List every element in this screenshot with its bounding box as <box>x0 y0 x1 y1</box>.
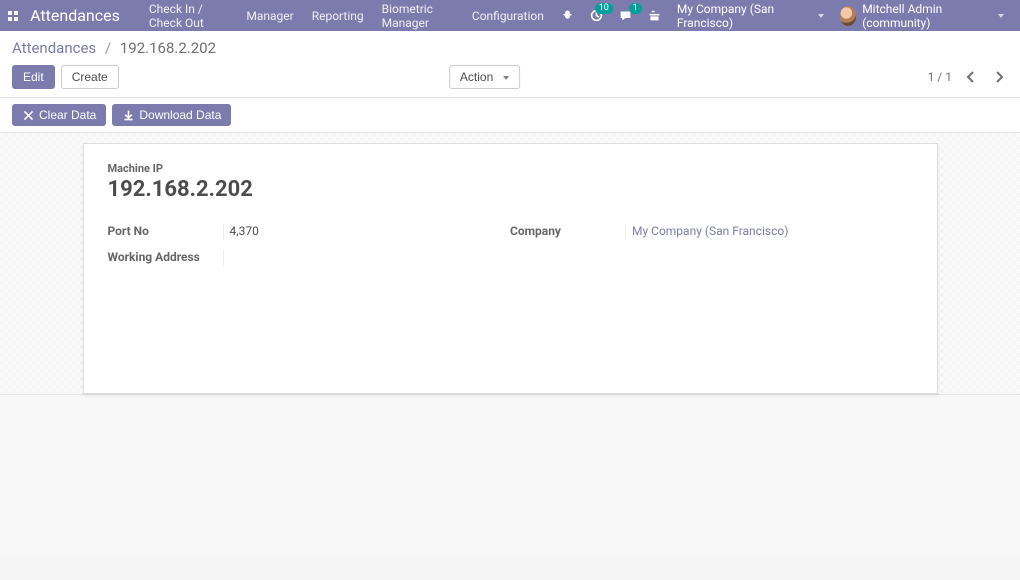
pager-next[interactable] <box>990 69 1008 85</box>
breadcrumb-current: 192.168.2.202 <box>120 39 216 57</box>
action-strip: Clear Data Download Data <box>0 98 1020 133</box>
nav-menu: Check In / Check Out Manager Reporting B… <box>140 0 553 31</box>
messages-icon[interactable]: 1 <box>611 0 640 31</box>
nav-item-biometric[interactable]: Biometric Manager <box>373 0 463 31</box>
breadcrumb-root[interactable]: Attendances <box>12 39 96 57</box>
nav-item-checkin[interactable]: Check In / Check Out <box>140 0 238 31</box>
field-value <box>223 250 511 266</box>
apps-icon[interactable] <box>0 0 26 31</box>
title-value: 192.168.2.202 <box>108 177 913 202</box>
field-value: My Company (San Francisco) <box>625 224 913 240</box>
action-label: Action <box>460 70 493 84</box>
app-title[interactable]: Attendances <box>26 6 140 25</box>
pager-prev[interactable] <box>962 69 980 85</box>
navbar: Attendances Check In / Check Out Manager… <box>0 0 1020 31</box>
navbar-left: Attendances Check In / Check Out Manager… <box>0 0 553 31</box>
field-label: Port No <box>108 224 223 238</box>
title-label: Machine IP <box>108 162 913 175</box>
close-icon <box>22 109 35 122</box>
clear-data-button[interactable]: Clear Data <box>12 104 106 126</box>
download-icon <box>122 109 135 122</box>
download-data-label: Download Data <box>139 108 221 122</box>
field-label: Company <box>510 224 625 238</box>
caret-icon <box>998 14 1004 18</box>
company-label: My Company (San Francisco) <box>677 2 808 30</box>
company-selector[interactable]: My Company (San Francisco) <box>669 0 832 31</box>
caret-icon <box>818 14 824 18</box>
user-menu[interactable]: Mitchell Admin (community) <box>832 0 1012 31</box>
form-background: Machine IP 192.168.2.202 Port No 4,370 W… <box>0 133 1020 395</box>
download-data-button[interactable]: Download Data <box>112 104 231 126</box>
control-panel: Attendances / 192.168.2.202 Edit Create … <box>0 31 1020 98</box>
avatar <box>840 6 857 26</box>
field-value: 4,370 <box>223 224 511 240</box>
activities-icon[interactable]: 10 <box>582 0 611 31</box>
action-button[interactable]: Action <box>449 65 520 89</box>
right-column: Company My Company (San Francisco) <box>510 224 913 276</box>
nav-item-manager[interactable]: Manager <box>237 0 302 31</box>
user-label: Mitchell Admin (community) <box>862 2 988 30</box>
field-working-address: Working Address <box>108 250 511 270</box>
field-label: Working Address <box>108 250 223 264</box>
create-button[interactable]: Create <box>61 65 119 89</box>
edit-button[interactable]: Edit <box>12 65 55 89</box>
field-port-no: Port No 4,370 <box>108 224 511 244</box>
pager-text: 1 / 1 <box>928 70 952 84</box>
pager: 1 / 1 <box>928 69 1008 85</box>
below-sheet-area <box>0 395 1020 555</box>
navbar-right: 10 1 My Company (San Francisco) Mitchell… <box>553 0 1020 31</box>
debug-icon[interactable] <box>553 0 582 31</box>
nav-item-configuration[interactable]: Configuration <box>463 0 553 31</box>
breadcrumb: Attendances / 192.168.2.202 <box>12 39 216 57</box>
field-company: Company My Company (San Francisco) <box>510 224 913 244</box>
company-link[interactable]: My Company (San Francisco) <box>632 224 788 238</box>
gift-icon[interactable] <box>640 0 669 31</box>
left-column: Port No 4,370 Working Address <box>108 224 511 276</box>
caret-icon <box>503 76 509 80</box>
clear-data-label: Clear Data <box>39 108 96 122</box>
nav-item-reporting[interactable]: Reporting <box>303 0 373 31</box>
form-sheet: Machine IP 192.168.2.202 Port No 4,370 W… <box>83 143 938 394</box>
